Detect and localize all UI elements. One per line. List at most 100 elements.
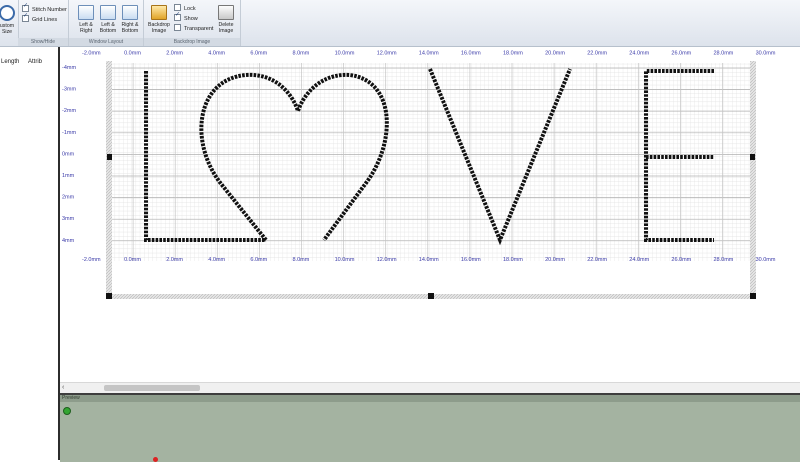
magnifier-icon <box>0 5 15 21</box>
picture-icon <box>151 5 167 20</box>
grid-lines-label: Grid Lines <box>32 16 58 23</box>
right-bottom-layout-button[interactable]: Right & Bottom <box>119 5 141 34</box>
stitch-list-panel: Length Attrib <box>0 47 60 460</box>
left-bottom-label: Left & Bottom <box>99 22 117 34</box>
ruler-y-label: 2mm <box>62 195 75 201</box>
left-ruler: -4mm -3mm -2mm -1mm 0mm 1mm 2mm 3mm 4mm <box>62 65 76 244</box>
ruler-x-label: 2.0mm <box>166 257 183 263</box>
ruler-x-label: 4.0mm <box>208 51 225 57</box>
delete-image-label: Delete Image <box>218 22 234 34</box>
top-ruler: -2.0mm 0.0mm 2.0mm 4.0mm 6.0mm 8.0mm 10.0mm 12.… <box>82 51 776 57</box>
design-canvas-svg: -2.0mm 0.0mm 2.0mm 4.0mm 6.0mm 8.0mm 10.0mm 12.… <box>62 51 776 299</box>
ruler-x-label: 0.0mm <box>124 51 141 57</box>
ruler-x-label: 24.0mm <box>629 51 649 57</box>
ruler-x-label: 26.0mm <box>671 51 691 57</box>
ruler-x-label: 8.0mm <box>293 257 310 263</box>
ruler-y-label: 3mm <box>62 216 75 222</box>
ruler-x-label: 10.0mm <box>335 51 355 57</box>
ruler-x-label: 28.0mm <box>714 257 734 263</box>
layout-left-bottom-icon <box>100 5 116 20</box>
ruler-y-label: 0mm <box>62 151 75 157</box>
layout-left-right-icon <box>78 5 94 20</box>
ruler-x-label: 16.0mm <box>461 51 481 57</box>
ribbon-group-show-hide: Stitch Number Grid Lines Show/Hide <box>18 0 69 46</box>
window-layout-caption: Window Layout <box>69 38 143 46</box>
ruler-x-label: 2.0mm <box>166 51 183 57</box>
frame-left-border <box>106 61 112 297</box>
ruler-x-label: 30.0mm <box>756 51 776 57</box>
ruler-x-label: 12.0mm <box>377 51 397 57</box>
left-bottom-layout-button[interactable]: Left & Bottom <box>97 5 119 34</box>
custom-size-button[interactable]: ustom Size <box>0 5 18 35</box>
ruler-y-label: -1mm <box>62 130 76 136</box>
preview-title: Preview <box>60 395 800 402</box>
backdrop-caption: Backdrop Image <box>144 38 240 46</box>
stitch-number-label: Stitch Number <box>32 6 67 13</box>
ribbon-group-window-layout: Left & Right Left & Bottom Right & Botto… <box>69 0 144 46</box>
backdrop-image-label: Backdrop Image <box>148 22 170 34</box>
ruler-x-label: 10.0mm <box>335 257 355 263</box>
stitch-number-checkbox[interactable]: Stitch Number <box>22 3 67 14</box>
delete-image-button[interactable]: Delete Image <box>214 5 238 34</box>
horizontal-scrollbar[interactable]: ‹ <box>60 382 800 393</box>
show-hide-caption: Show/Hide <box>18 38 68 46</box>
checkbox-unchecked-icon <box>174 24 181 31</box>
ruler-x-label: 18.0mm <box>503 51 523 57</box>
show-checkbox[interactable]: Show <box>174 12 198 23</box>
ruler-x-label: 6.0mm <box>250 51 267 57</box>
scroll-left-arrow-icon[interactable]: ‹ <box>62 384 64 391</box>
ribbon-group-size: ustom Size <box>0 0 19 46</box>
ruler-y-label: 1mm <box>62 173 75 179</box>
left-right-label: Left & Right <box>79 22 93 34</box>
ruler-x-label: 0.0mm <box>124 257 141 263</box>
handle-right-middle[interactable] <box>750 154 755 160</box>
ribbon-group-backdrop: Backdrop Image Lock Show Transparent Del… <box>144 0 241 46</box>
left-right-layout-button[interactable]: Left & Right <box>75 5 97 34</box>
checkbox-unchecked-icon <box>174 4 181 11</box>
backdrop-image-button[interactable]: Backdrop Image <box>146 5 172 34</box>
ruler-x-label: 30.0mm <box>756 257 776 263</box>
ruler-x-label: -2.0mm <box>82 257 101 263</box>
handle-left-middle[interactable] <box>107 154 112 160</box>
stitch-grid <box>110 63 756 261</box>
transparent-label: Transparent <box>184 25 214 32</box>
handle-bottom-left[interactable] <box>106 293 112 299</box>
delete-image-icon <box>218 5 234 20</box>
grid-lines-checkbox[interactable]: Grid Lines <box>22 13 58 24</box>
ruler-x-label: 14.0mm <box>419 257 439 263</box>
ruler-x-label: -2.0mm <box>82 51 101 57</box>
custom-size-label: ustom Size <box>0 23 15 35</box>
ruler-x-label: 8.0mm <box>293 51 310 57</box>
ruler-y-label: -2mm <box>62 108 76 114</box>
ruler-x-label: 12.0mm <box>377 257 397 263</box>
handle-bottom-right[interactable] <box>750 293 756 299</box>
ruler-x-label: 20.0mm <box>545 51 565 57</box>
checkbox-checked-icon <box>22 3 29 12</box>
ruler-x-label: 6.0mm <box>250 257 267 263</box>
layout-right-bottom-icon <box>122 5 138 20</box>
ruler-y-label: -3mm <box>62 87 76 93</box>
design-canvas[interactable]: -2.0mm 0.0mm 2.0mm 4.0mm 6.0mm 8.0mm 10.0mm 12.… <box>60 47 800 393</box>
ruler-x-label: 26.0mm <box>671 257 691 263</box>
ruler-x-label: 24.0mm <box>629 257 649 263</box>
attrib-column-header[interactable]: Attrib <box>28 59 42 65</box>
ruler-x-label: 18.0mm <box>503 257 523 263</box>
ruler-x-label: 28.0mm <box>714 51 734 57</box>
checkbox-checked-icon <box>22 13 29 22</box>
scrollbar-thumb[interactable] <box>104 385 200 391</box>
play-status-icon[interactable] <box>63 407 71 415</box>
right-bottom-label: Right & Bottom <box>121 22 139 34</box>
length-column-header[interactable]: Length <box>1 59 19 65</box>
lock-label: Lock <box>184 5 196 12</box>
checkbox-checked-icon <box>174 12 181 21</box>
ruler-x-label: 4.0mm <box>208 257 225 263</box>
ruler-y-label: 4mm <box>62 238 75 244</box>
preview-pane: Preview <box>60 393 800 462</box>
handle-bottom-middle[interactable] <box>428 293 434 299</box>
ruler-x-label: 20.0mm <box>545 257 565 263</box>
ruler-x-label: 16.0mm <box>461 257 481 263</box>
transparent-checkbox[interactable]: Transparent <box>174 24 214 33</box>
ruler-x-label: 14.0mm <box>419 51 439 57</box>
ruler-x-label: 22.0mm <box>587 51 607 57</box>
ribbon-toolbar: ustom Size Stitch Number Grid Lines Show… <box>0 0 800 47</box>
